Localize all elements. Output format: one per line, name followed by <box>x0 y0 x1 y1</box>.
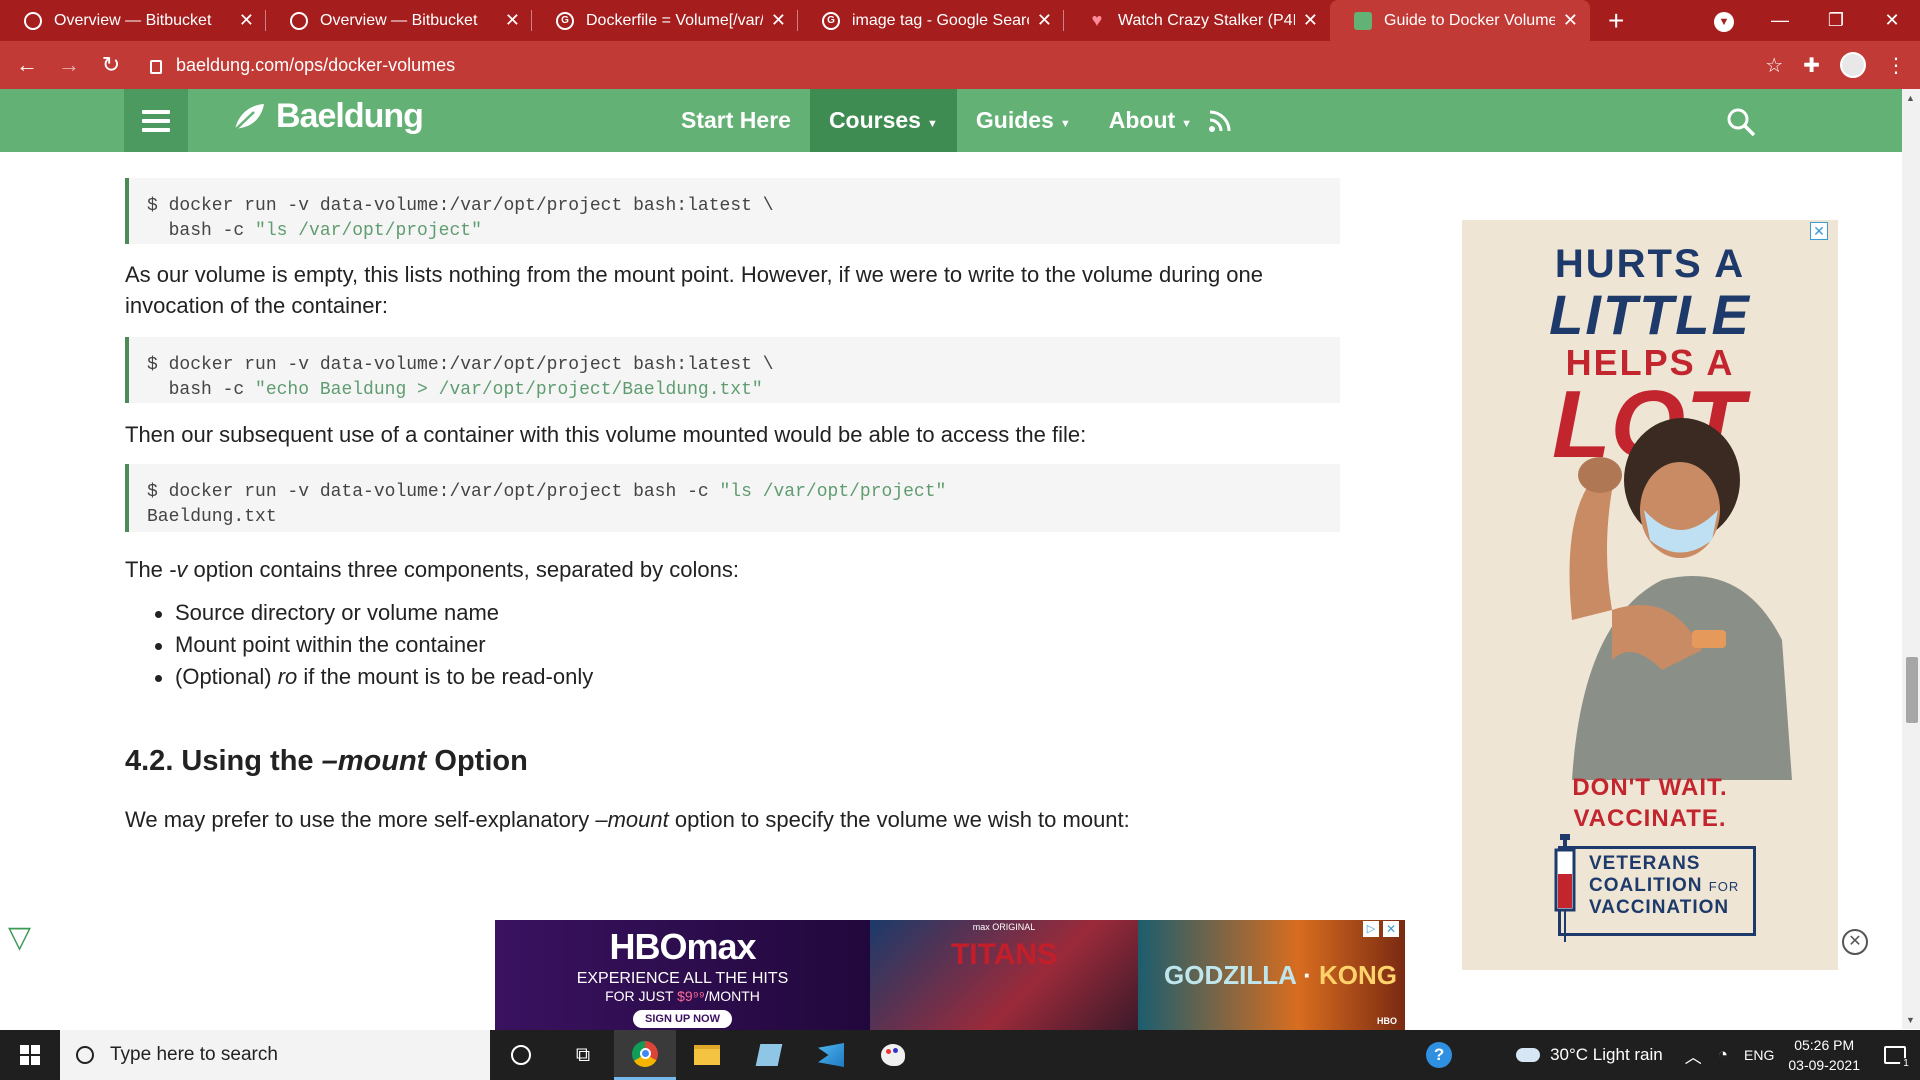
vaccine-ad[interactable]: ✕ HURTS A LITTLE HELPS A LOT DON'T WAIT.… <box>1462 220 1838 970</box>
weather-cloud-icon <box>1516 1048 1541 1062</box>
heart-icon: ♥ <box>1091 10 1103 30</box>
tab-search-icon[interactable]: ▼ <box>1696 9 1752 32</box>
menu-dots-icon[interactable]: ⋮ <box>1886 53 1906 78</box>
close-tab-icon[interactable]: ✕ <box>1037 10 1052 31</box>
chevron-up-icon[interactable]: ︿ <box>1685 1043 1702 1068</box>
address-bar-row: ← → ↻ baeldung.com/ops/docker-volumes ☆ … <box>0 41 1920 89</box>
google-icon: G <box>556 11 574 30</box>
browser-tab-bar: Overview — Bitbucket ✕ Overview — Bitbuck… <box>0 0 1920 41</box>
close-tab-icon[interactable]: ✕ <box>1303 10 1318 31</box>
vscode-icon[interactable] <box>800 1030 862 1080</box>
bullet-list: Source directory or volume name Mount po… <box>155 597 1340 693</box>
extensions-icon[interactable]: ✚ <box>1803 53 1820 78</box>
hamburger-menu-icon[interactable] <box>124 89 188 152</box>
restore-icon[interactable]: ❐ <box>1808 10 1864 31</box>
search-icon <box>76 1046 94 1064</box>
bitbucket-icon <box>24 11 42 30</box>
menu-courses[interactable]: Courses ▼ <box>809 89 957 152</box>
rss-icon[interactable] <box>1208 107 1234 133</box>
language-indicator[interactable]: ENG <box>1744 1047 1774 1063</box>
menu-guides[interactable]: Guides ▼ <box>957 89 1090 152</box>
avatar[interactable] <box>1840 52 1866 78</box>
chevron-down-icon: ▼ <box>1181 117 1193 130</box>
bitbucket-icon <box>290 11 308 30</box>
close-window-icon[interactable]: ✕ <box>1864 10 1920 31</box>
cortana-icon[interactable] <box>490 1030 552 1080</box>
menu-start-here[interactable]: Start Here <box>662 89 810 152</box>
close-tab-icon[interactable]: ✕ <box>239 10 254 31</box>
window-controls: ▼ — ❐ ✕ <box>1696 0 1920 41</box>
tab-bitbucket-1[interactable]: Overview — Bitbucket ✕ <box>0 0 266 41</box>
scrollbar-thumb[interactable] <box>1906 657 1918 723</box>
task-view-icon[interactable]: ⧉ <box>552 1030 614 1080</box>
veterans-logo: VETERANS COALITION FOR VACCINATION <box>1558 846 1756 936</box>
site-logo[interactable]: Baeldung <box>232 97 424 136</box>
taskbar-search[interactable]: Type here to search <box>60 1030 490 1080</box>
tab-bitbucket-2[interactable]: Overview — Bitbucket ✕ <box>266 0 532 41</box>
chevron-down-icon: ▼ <box>1059 117 1071 130</box>
forward-icon[interactable]: → <box>48 52 90 78</box>
paragraph: We may prefer to use the more self-expla… <box>125 807 1130 832</box>
site-header: Baeldung Start Here Courses ▼ Guides ▼ Abo… <box>0 89 1902 152</box>
paint-icon[interactable] <box>862 1030 924 1080</box>
code-block: $ docker run -v data-volume:/var/opt/pro… <box>125 464 1340 532</box>
titans-poster: max ORIGINAL TITANS <box>870 920 1138 1030</box>
main-menu: Start Here Courses ▼ Guides ▼ About ▼ <box>662 89 1211 152</box>
notifications-icon[interactable]: 1 <box>1884 1046 1912 1070</box>
code-block: $ docker run -v data-volume:/var/opt/pro… <box>125 337 1340 403</box>
scroll-down-icon[interactable]: ▼ <box>1906 1015 1915 1025</box>
weather-text[interactable]: 30°C Light rain <box>1550 1045 1663 1065</box>
close-ad-circle-icon[interactable]: ✕ <box>1842 929 1868 955</box>
google-icon: G <box>822 11 840 30</box>
adchoices-icon[interactable]: ▷ <box>1363 921 1379 937</box>
lock-icon <box>150 60 162 74</box>
close-tab-icon[interactable]: ✕ <box>771 10 786 31</box>
tab-image-tag[interactable]: Gimage tag - Google Search ✕ <box>798 0 1064 41</box>
section-heading: 4.2. Using the –mount Option <box>125 745 528 777</box>
minimize-icon[interactable]: — <box>1752 10 1808 31</box>
system-tray: ? 30°C Light rain ︿ ◔ ENG 05:26 PM 03-09-… <box>1426 1030 1920 1080</box>
paragraph: Then our subsequent use of a container w… <box>125 422 1087 447</box>
wifi-icon[interactable]: ◔ <box>1718 1045 1728 1065</box>
baeldung-icon <box>1354 11 1372 30</box>
help-icon[interactable]: ? <box>1426 1042 1453 1068</box>
notepad-app-icon[interactable] <box>738 1030 800 1080</box>
scroll-up-icon[interactable]: ▲ <box>1906 93 1915 103</box>
reload-icon[interactable]: ↻ <box>90 52 132 78</box>
sign-up-button[interactable]: SIGN UP NOW <box>633 1010 732 1028</box>
tab-docker-volumes[interactable]: Guide to Docker Volumes | I✕ <box>1330 0 1590 41</box>
close-tab-icon[interactable]: ✕ <box>1563 10 1578 31</box>
page-scrollbar[interactable]: ▲ ▼ <box>1902 89 1920 1029</box>
ad-close-icon[interactable]: ✕ <box>1383 921 1399 937</box>
chevron-down-icon: ▼ <box>926 117 938 130</box>
freshchat-icon[interactable]: ▽ <box>8 920 31 955</box>
taskbar: Type here to search ⧉ ? 30°C Light rain … <box>0 1030 1920 1080</box>
close-tab-icon[interactable]: ✕ <box>505 10 520 31</box>
list-item: (Optional) ro if the mount is to be read… <box>155 661 1340 693</box>
tab-crazy-stalker[interactable]: ♥Watch Crazy Stalker (P4PI 2✕ <box>1064 0 1330 41</box>
back-icon[interactable]: ← <box>6 52 48 78</box>
paragraph: As our volume is empty, this lists nothi… <box>125 262 1264 318</box>
bookmark-star-icon[interactable]: ☆ <box>1765 53 1783 78</box>
menu-about[interactable]: About ▼ <box>1090 89 1211 152</box>
paragraph: The -v option contains three components,… <box>125 557 739 582</box>
file-explorer-icon[interactable] <box>676 1030 738 1080</box>
article-content: $ docker run -v data-volume:/var/opt/pro… <box>125 152 1340 835</box>
chrome-icon[interactable] <box>614 1030 676 1080</box>
windows-start-icon[interactable] <box>0 1030 60 1080</box>
new-tab-icon[interactable]: + <box>1608 6 1624 35</box>
clock[interactable]: 05:26 PM 03-09-2021 <box>1788 1035 1860 1075</box>
tab-dockerfile[interactable]: G Dockerfile = Volume[/var/lit ✕ <box>532 0 798 41</box>
list-item: Source directory or volume name <box>155 597 1340 629</box>
search-icon[interactable] <box>1726 107 1756 137</box>
syringe-icon <box>1554 834 1576 942</box>
list-item: Mount point within the container <box>155 629 1340 661</box>
hbomax-banner-ad[interactable]: HBOmax EXPERIENCE ALL THE HITS FOR JUST … <box>495 920 1405 1030</box>
code-block: $ docker run -v data-volume:/var/opt/pro… <box>125 178 1340 244</box>
url-field[interactable]: baeldung.com/ops/docker-volumes <box>150 55 455 76</box>
leaf-logo-icon <box>234 103 264 131</box>
